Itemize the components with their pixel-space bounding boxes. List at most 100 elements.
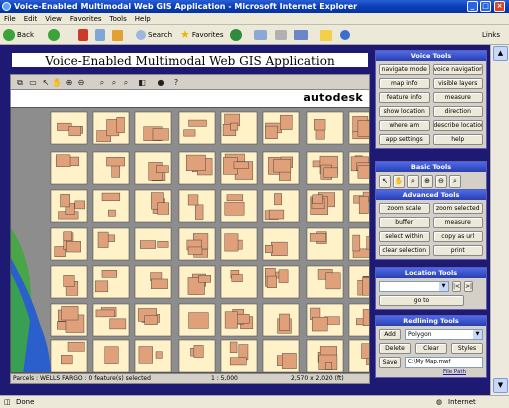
map-building (194, 204, 204, 220)
shape-type-select[interactable]: Polygon ▼ (405, 329, 483, 340)
menu-view[interactable]: View (41, 13, 66, 25)
map-building (61, 306, 79, 321)
stop-map-icon[interactable]: ● (156, 77, 166, 88)
where-am-button[interactable]: where am (379, 120, 430, 131)
minimize-button[interactable]: _ (467, 1, 478, 12)
zoom-out-icon[interactable]: ⊖ (76, 77, 86, 88)
stop-button[interactable] (78, 28, 88, 42)
zoom-window-tool-icon[interactable]: ⌕ (449, 175, 461, 188)
previous-location-icon[interactable]: |< (452, 281, 461, 292)
menu-file[interactable]: File (0, 13, 20, 25)
map-building (104, 346, 119, 364)
print-button[interactable] (275, 28, 287, 42)
next-location-icon[interactable]: >| (464, 281, 473, 292)
measure-button[interactable]: measure (432, 92, 483, 103)
map-info-button[interactable]: map info (379, 78, 430, 89)
maximize-button[interactable]: □ (480, 1, 491, 12)
clear-button[interactable]: Clear (415, 343, 447, 354)
map-building (63, 275, 75, 287)
forward-button[interactable] (48, 28, 60, 42)
copy-as-url-button[interactable]: copy as url (432, 231, 483, 242)
location-select[interactable]: ▼ (379, 281, 449, 292)
map-building (282, 353, 297, 369)
go-to-button[interactable]: go to (379, 295, 464, 306)
feature-info-button[interactable]: feature info (379, 92, 430, 103)
page-icon: ◫ (4, 398, 11, 406)
menu-tools[interactable]: Tools (106, 13, 131, 25)
visible-layers-button[interactable]: visible layers (432, 78, 483, 89)
page-scrollbar[interactable]: ▲ ▼ (490, 45, 509, 395)
map-building (312, 316, 328, 332)
voice-tools-title: Voice Tools (376, 51, 486, 61)
zoom-selected-button[interactable]: zoom selected (432, 203, 483, 214)
map-building (265, 245, 273, 254)
select-within-button[interactable]: select within (379, 231, 430, 242)
zoom-in-tool-icon[interactable]: ⊕ (421, 175, 433, 188)
layers-icon[interactable]: ⧉ (15, 77, 25, 88)
map-building (187, 194, 199, 206)
zoom-in-icon[interactable]: ⊕ (64, 77, 74, 88)
links-button[interactable]: Links (482, 28, 500, 42)
zoom-previous-icon[interactable]: ⌕ (109, 77, 119, 88)
save-button[interactable]: Save (379, 357, 401, 368)
help-button[interactable]: help (432, 134, 483, 145)
menu-favorites[interactable]: Favorites (66, 13, 106, 25)
styles-button[interactable]: Styles (451, 343, 483, 354)
zoom-tool-icon[interactable]: ⌕ (407, 175, 419, 188)
map-building (224, 233, 239, 252)
scroll-down-icon[interactable]: ▼ (493, 378, 508, 393)
print-map-button[interactable]: print (432, 245, 483, 256)
close-button[interactable]: × (494, 1, 505, 12)
edit-button[interactable] (294, 28, 308, 42)
map-building (188, 119, 207, 127)
home-button[interactable] (112, 28, 123, 42)
measure-icon[interactable]: ◧ (137, 77, 147, 88)
map-block (92, 151, 130, 185)
map-status-scale: 1 : 5,000 (211, 375, 238, 382)
zoom-extents-icon[interactable]: ⌕ (121, 77, 131, 88)
save-path-input[interactable]: C:\My Map.mwf (405, 357, 483, 368)
map-building (274, 193, 282, 206)
page-content: Voice-Enabled Multimodal Web GIS Applica… (0, 45, 509, 395)
discuss-button[interactable] (320, 28, 332, 42)
voice-navigation-button[interactable]: voice navigation (432, 64, 483, 75)
describe-location-button[interactable]: describe location (432, 120, 483, 131)
direction-button[interactable]: direction (432, 106, 483, 117)
pan-tool-icon[interactable]: ✋ (393, 175, 405, 188)
zoom-window-icon[interactable]: ⌕ (97, 77, 107, 88)
map-status-layer: Parcels : WELLS FARGO : 0 feature(s) sel… (13, 375, 151, 382)
map-building (183, 129, 196, 137)
messenger-button[interactable] (340, 28, 350, 42)
mail-button[interactable] (254, 28, 267, 42)
back-button[interactable]: Back (3, 28, 34, 42)
map-building (233, 161, 249, 169)
navigate-mode-button[interactable]: navigate mode (379, 64, 430, 75)
help-icon[interactable]: ? (171, 77, 181, 88)
map-building (188, 312, 209, 329)
map-view[interactable] (10, 107, 370, 373)
zoom-out-tool-icon[interactable]: ⊖ (435, 175, 447, 188)
search-button[interactable]: Search (136, 28, 172, 42)
show-location-button[interactable]: show location (379, 106, 430, 117)
menu-help[interactable]: Help (131, 13, 155, 25)
advanced-tools-title: Advanced Tools (376, 190, 486, 200)
select-icon[interactable]: ↖ (41, 77, 51, 88)
add-button[interactable]: Add (379, 329, 401, 340)
app-settings-button[interactable]: app settings (379, 134, 430, 145)
advanced-measure-button[interactable]: measure (432, 217, 483, 228)
clear-selection-button[interactable]: clear selection (379, 245, 430, 256)
scroll-up-icon[interactable]: ▲ (493, 46, 508, 61)
map-building (68, 126, 81, 136)
refresh-button[interactable] (95, 28, 105, 42)
menu-edit[interactable]: Edit (20, 13, 42, 25)
zoom-scale-button[interactable]: zoom scale (379, 203, 430, 214)
delete-button[interactable]: Delete (379, 343, 411, 354)
history-button[interactable] (230, 28, 242, 42)
map-building (312, 194, 323, 204)
pan-icon[interactable]: ✋ (52, 77, 62, 88)
print-map-icon[interactable]: ▭ (28, 77, 38, 88)
file-path-link[interactable]: File Path (376, 368, 486, 377)
buffer-button[interactable]: buffer (379, 217, 430, 228)
select-tool-icon[interactable]: ↖ (379, 175, 391, 188)
favorites-button[interactable]: ★ Favorites (180, 28, 224, 42)
